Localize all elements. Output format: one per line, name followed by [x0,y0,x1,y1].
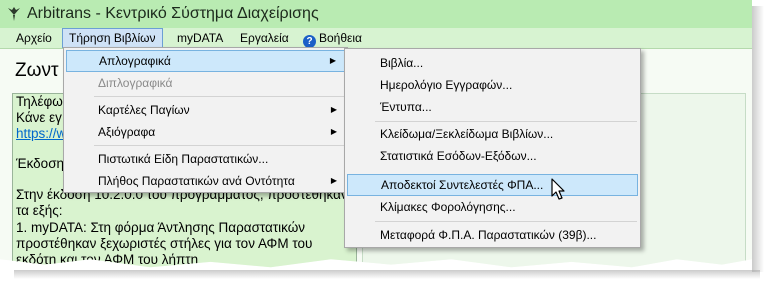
menu-tools[interactable]: Εργαλεία [234,28,295,48]
single-entry-submenu: Βιβλία... Ημερολόγιο Εγγραφών... Έντυπα.… [344,48,641,248]
menu-item-securities[interactable]: Αξιόγραφα ▶ [66,121,345,143]
window-shadow-bottom [14,270,760,279]
page-heading: Ζωντ [15,60,59,81]
bookkeeping-dropdown-menu: Απλογραφικά ▶ Διπλογραφικά Καρτέλες Παγί… [63,47,348,193]
menu-help-label: Βοήθεια [319,31,362,45]
submenu-item-journal[interactable]: Ημερολόγιο Εγγραφών... [347,74,638,96]
menu-separator [375,121,637,122]
menu-item-credit-items[interactable]: Πιστωτικά Είδη Παραστατικών... [66,148,345,170]
text-line: Τηλέφω [16,94,63,109]
menu-separator [94,96,344,97]
window-title: Arbitrans - Κεντρικό Σύστημα Διαχείρισης [27,5,319,22]
text-line: Κάνε εγ [16,110,62,125]
submenu-item-vat-rates[interactable]: Αποδεκτοί Συντελεστές ΦΠΑ... [347,174,638,196]
submenu-arrow-icon: ▶ [330,176,337,185]
menu-mydata[interactable]: myDATA [171,28,229,48]
submenu-arrow-icon: ▶ [330,127,337,136]
submenu-item-statistics[interactable]: Στατιστικά Εσόδων-Εξόδων... [347,145,638,167]
submenu-item-tax-scales[interactable]: Κλίμακες Φορολόγησης... [347,196,638,218]
menu-file[interactable]: Αρχείο [10,28,58,48]
menu-item-docs-per-entity[interactable]: Πλήθος Παραστατικών ανά Οντότητα ▶ [66,170,345,192]
menu-separator [94,145,344,146]
submenu-item-vat-transfer[interactable]: Μεταφορά Φ.Π.Α. Παραστατικών (39β)... [347,224,638,246]
menu-item-single-entry[interactable]: Απλογραφικά ▶ [66,50,345,72]
app-window: Arbitrans - Κεντρικό Σύστημα Διαχείρισης… [0,0,752,268]
menu-item-label: Πιστωτικά Είδη Παραστατικών... [98,152,269,166]
submenu-arrow-icon: ▶ [330,105,337,114]
menu-item-label: Καρτέλες Παγίων [98,103,190,117]
text-line: 1. myDATA: Στη φόρμα Άντλησης Παραστατικ… [16,220,306,235]
title-bar: Arbitrans - Κεντρικό Σύστημα Διαχείρισης [0,0,752,28]
window-shadow-right [752,6,764,272]
menu-item-label: Διπλογραφικά [98,76,173,90]
submenu-item-lock-books[interactable]: Κλείδωμα/Ξεκλείδωμα Βιβλίων... [347,123,638,145]
menu-bar: Αρχείο Τήρηση Βιβλίων myDATA Εργαλεία ? Β… [0,28,752,49]
submenu-arrow-icon: ▶ [329,56,336,65]
menu-item-fixed-assets[interactable]: Καρτέλες Παγίων ▶ [66,99,345,121]
menu-item-label: Αξιόγραφα [98,125,156,139]
submenu-item-forms[interactable]: Έντυπα... [347,96,638,118]
mouse-cursor-icon [551,178,565,200]
menu-item-label: Απλογραφικά [99,54,171,68]
menu-help[interactable]: ? Βοήθεια [297,28,368,48]
text-line: Έκδοση [16,156,65,171]
submenu-item-books[interactable]: Βιβλία... [347,52,638,74]
text-line: εκδότη και τον ΑΦΜ του λήπτη [16,252,199,267]
menu-bookkeeping[interactable]: Τήρηση Βιβλίων [62,28,163,48]
website-link[interactable]: https://w [16,126,66,141]
menu-item-label: Πλήθος Παραστατικών ανά Οντότητα [98,174,295,188]
menu-separator [375,221,637,222]
text-line: τα εξής: [16,203,63,218]
text-line: προστέθηκαν ξεχωριστές στήλες για τον ΑΦ… [16,236,313,251]
app-logo-icon [8,7,20,21]
menu-item-double-entry: Διπλογραφικά [66,72,345,94]
